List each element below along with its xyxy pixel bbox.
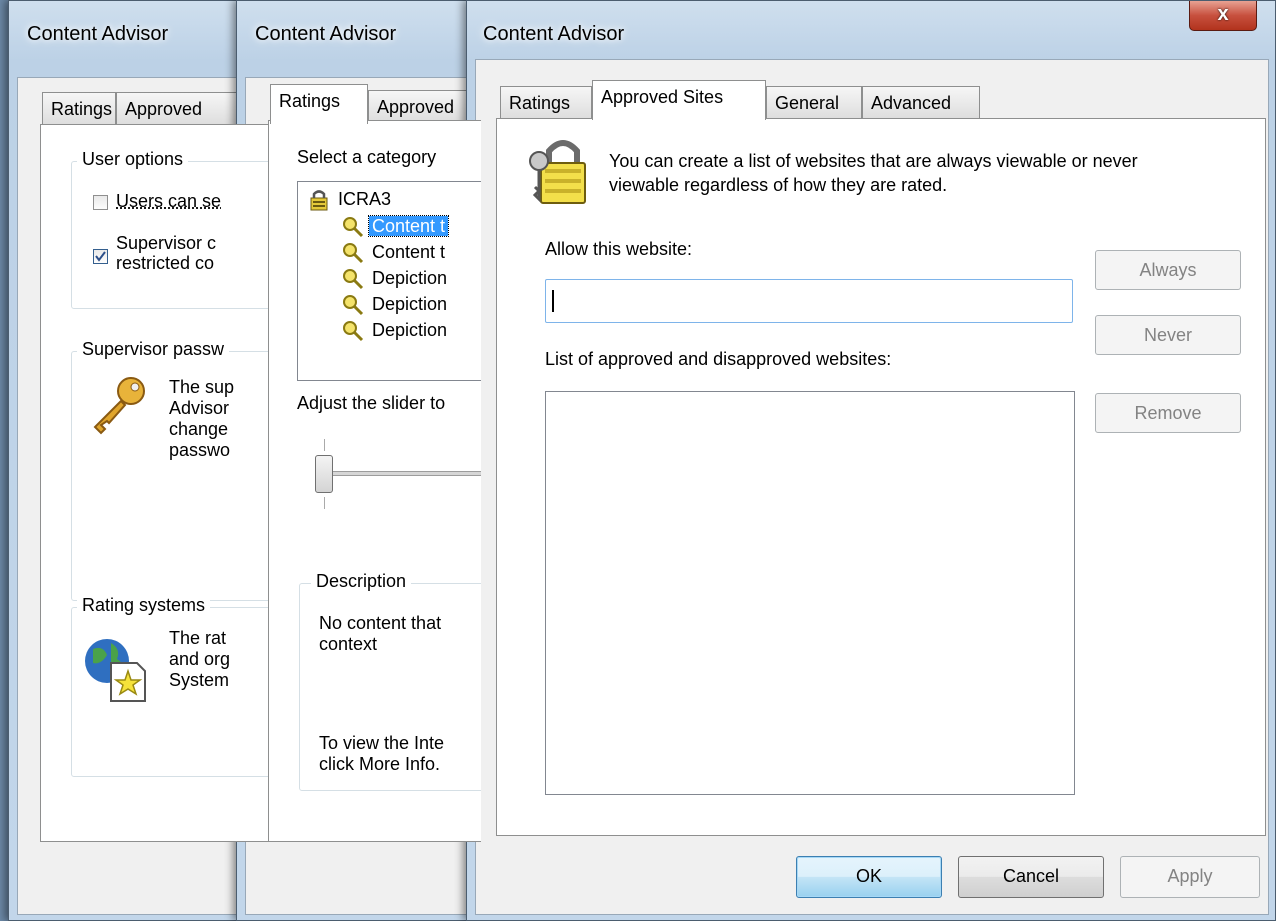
tree-item-label: Content t xyxy=(368,215,450,237)
magnifier-key-icon xyxy=(343,269,364,290)
tree-item-label: Depiction xyxy=(372,294,448,314)
tab-ratings[interactable]: Ratings xyxy=(42,92,116,124)
tree-root[interactable]: ICRA3 xyxy=(308,186,394,212)
tree-item-label: Depiction xyxy=(372,268,448,288)
users-can-see-label[interactable]: Users can se xyxy=(116,191,221,212)
select-category-label: Select a category xyxy=(297,147,437,167)
tab-approved-sites[interactable]: Approved Sites xyxy=(592,80,766,120)
website-list-label: List of approved and disapproved website… xyxy=(545,349,892,369)
supervisor-option-line2: restricted co xyxy=(116,253,215,273)
tab-ratings[interactable]: Ratings xyxy=(500,86,592,118)
ratings-lock-icon xyxy=(310,190,328,211)
more-info-line2: click More Info. xyxy=(319,754,441,774)
text-caret xyxy=(552,290,554,312)
tree-item[interactable]: Depiction xyxy=(342,265,450,291)
content-advisor-window-middle: Content Advisor Select a category ICRA3 … xyxy=(236,0,482,921)
never-button[interactable]: Never xyxy=(1095,315,1241,355)
tree-item[interactable]: Depiction xyxy=(342,317,450,343)
dialog-face: Select a category ICRA3 Content t Conten… xyxy=(245,77,481,915)
supervisor-checkbox[interactable] xyxy=(93,249,108,264)
close-button[interactable]: x xyxy=(1189,1,1257,31)
rating-systems-line3: System xyxy=(169,670,230,690)
rating-systems-line2: and org xyxy=(169,649,231,669)
description-heading: Description xyxy=(311,571,412,592)
magnifier-key-icon xyxy=(343,295,364,316)
window-title: Content Advisor xyxy=(255,23,397,45)
website-list[interactable] xyxy=(545,391,1075,795)
tab-ratings[interactable]: Ratings xyxy=(270,84,368,124)
slider-tick xyxy=(324,439,325,451)
cancel-button[interactable]: Cancel xyxy=(958,856,1104,898)
allow-website-input[interactable] xyxy=(545,279,1073,323)
tab-advanced[interactable]: Advanced xyxy=(862,86,980,118)
tree-item[interactable]: Content t xyxy=(342,213,450,239)
supervisor-desc-line4: passwo xyxy=(169,440,231,460)
supervisor-desc-line3: change xyxy=(169,419,229,439)
rating-systems-heading: Rating systems xyxy=(77,595,211,616)
slider-track xyxy=(319,471,481,476)
intro-text-line2: viewable regardless of how they are rate… xyxy=(609,175,948,195)
description-text-line2: context xyxy=(319,634,378,654)
supervisor-option-line1: Supervisor c xyxy=(116,233,217,253)
tab-approved-sites[interactable]: Approved xyxy=(116,92,256,124)
supervisor-desc-line1: The sup xyxy=(169,377,235,397)
rating-slider-thumb[interactable] xyxy=(315,455,333,493)
description-text-line1: No content that xyxy=(319,613,442,633)
slider-tick xyxy=(324,497,325,509)
tree-item-label: Content t xyxy=(372,242,446,262)
key-icon xyxy=(93,377,145,435)
tab-page: User options Users can se Supervisor c r… xyxy=(40,124,269,842)
allow-website-label: Allow this website: xyxy=(545,239,693,259)
magnifier-key-icon xyxy=(343,243,364,264)
tree-root-label: ICRA3 xyxy=(338,189,392,209)
tab-general[interactable]: General xyxy=(766,86,862,118)
slider-label: Adjust the slider to xyxy=(297,393,446,413)
dialog-face: You can create a list of websites that a… xyxy=(475,59,1269,915)
globe-document-icon xyxy=(85,639,146,702)
more-info-line1: To view the Inte xyxy=(319,733,445,753)
tab-approved-sites[interactable]: Approved xyxy=(368,90,481,122)
tree-item[interactable]: Content t xyxy=(342,239,448,265)
magnifier-key-icon xyxy=(343,217,364,238)
user-options-heading: User options xyxy=(77,149,189,170)
tree-item-label: Depiction xyxy=(372,320,448,340)
tab-page: You can create a list of websites that a… xyxy=(496,118,1266,836)
padlock-key-icon xyxy=(529,140,586,204)
magnifier-key-icon xyxy=(343,321,364,342)
window-title: Content Advisor xyxy=(483,23,625,45)
always-button[interactable]: Always xyxy=(1095,250,1241,290)
tab-page: Select a category ICRA3 Content t Conten… xyxy=(268,120,481,842)
supervisor-password-heading: Supervisor passw xyxy=(77,339,230,360)
dialog-face: Ratings Approved User options Users can … xyxy=(17,77,269,915)
content-advisor-window-back: Content Advisor Ratings Approved User op… xyxy=(8,0,270,921)
category-tree[interactable]: ICRA3 Content t Content t Depiction Depi… xyxy=(297,181,481,381)
content-advisor-window: Content Advisor x You can create a list … xyxy=(466,0,1276,921)
remove-button[interactable]: Remove xyxy=(1095,393,1241,433)
rating-systems-line1: The rat xyxy=(169,628,227,648)
apply-button[interactable]: Apply xyxy=(1120,856,1260,898)
window-title: Content Advisor xyxy=(27,23,169,45)
users-can-see-checkbox[interactable] xyxy=(93,195,108,210)
tree-item[interactable]: Depiction xyxy=(342,291,450,317)
intro-text-line1: You can create a list of websites that a… xyxy=(609,151,1138,171)
supervisor-desc-line2: Advisor xyxy=(169,398,230,418)
ok-button[interactable]: OK xyxy=(796,856,942,898)
close-icon: x xyxy=(1217,3,1229,25)
